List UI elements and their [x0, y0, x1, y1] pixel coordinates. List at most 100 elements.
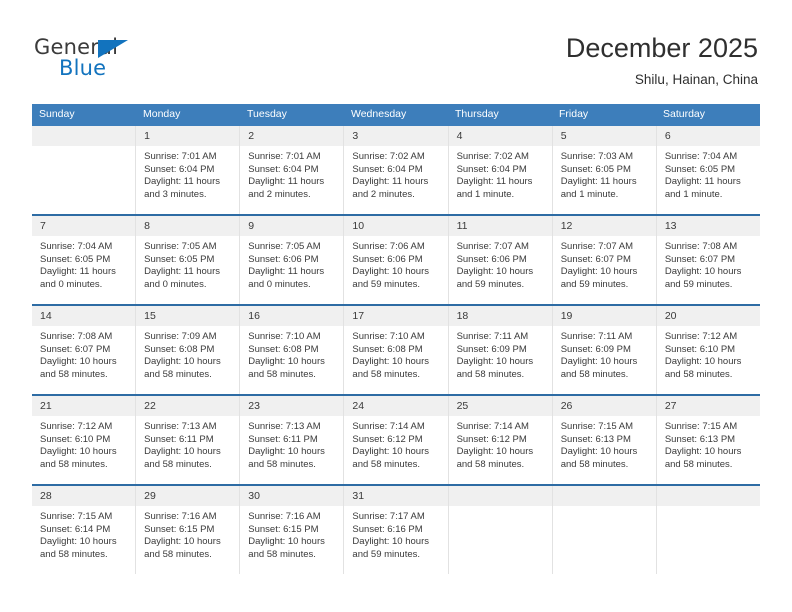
- day-cell[interactable]: Sunrise: 7:12 AM Sunset: 6:10 PM Daylight:…: [655, 326, 760, 394]
- day-cell[interactable]: Sunrise: 7:08 AM Sunset: 6:07 PM Daylight:…: [655, 236, 760, 304]
- sunset-text: Sunset: 6:16 PM: [352, 523, 423, 535]
- date-number[interactable]: 8: [135, 216, 239, 236]
- day-cell[interactable]: Sunrise: 7:13 AM Sunset: 6:11 PM Daylight:…: [239, 416, 343, 484]
- date-number[interactable]: 4: [447, 126, 552, 146]
- date-number[interactable]: 20: [655, 306, 760, 326]
- day-cell[interactable]: Sunrise: 7:11 AM Sunset: 6:09 PM Daylight:…: [551, 326, 656, 394]
- date-number[interactable]: 28: [32, 486, 135, 506]
- daylight-text-line2: and 59 minutes.: [560, 278, 629, 290]
- date-number[interactable]: 7: [32, 216, 135, 236]
- daylight-text-line1: Daylight: 10 hours: [664, 356, 742, 368]
- day-cell[interactable]: Sunrise: 7:07 AM Sunset: 6:06 PM Daylight:…: [447, 236, 552, 304]
- date-number[interactable]: 16: [239, 306, 343, 326]
- day-cell[interactable]: Sunrise: 7:11 AM Sunset: 6:09 PM Daylight:…: [447, 326, 552, 394]
- date-number[interactable]: 2: [239, 126, 343, 146]
- sunrise-text: Sunrise: 7:12 AM: [40, 421, 113, 432]
- sunset-text: Sunset: 6:14 PM: [40, 523, 111, 535]
- day-cell[interactable]: Sunrise: 7:10 AM Sunset: 6:08 PM Daylight:…: [239, 326, 343, 394]
- sunset-text: Sunset: 6:10 PM: [664, 343, 736, 355]
- date-number[interactable]: 29: [135, 486, 239, 506]
- sunset-text: Sunset: 6:09 PM: [456, 343, 527, 355]
- day-cell[interactable]: Sunrise: 7:05 AM Sunset: 6:05 PM Daylight:…: [135, 236, 239, 304]
- date-number[interactable]: 15: [135, 306, 239, 326]
- date-number[interactable]: 14: [32, 306, 135, 326]
- day-cell[interactable]: Sunrise: 7:17 AM Sunset: 6:16 PM Daylight:…: [343, 506, 447, 574]
- sunrise-text: Sunrise: 7:16 AM: [248, 511, 321, 522]
- day-cell[interactable]: Sunrise: 7:12 AM Sunset: 6:10 PM Daylight:…: [32, 416, 135, 484]
- sunset-text: Sunset: 6:15 PM: [144, 523, 215, 535]
- date-number[interactable]: 1: [135, 126, 239, 146]
- date-number[interactable]: 10: [343, 216, 447, 236]
- sunset-text: Sunset: 6:04 PM: [456, 163, 527, 175]
- day-cell[interactable]: Sunrise: 7:14 AM Sunset: 6:12 PM Daylight:…: [447, 416, 552, 484]
- sunrise-text: Sunrise: 7:10 AM: [248, 331, 321, 342]
- daylight-text-line1: Daylight: 10 hours: [248, 536, 325, 548]
- daylight-text-line2: and 2 minutes.: [352, 188, 415, 200]
- daylight-text-line1: Daylight: 10 hours: [560, 266, 638, 278]
- sunrise-text: Sunrise: 7:03 AM: [560, 151, 634, 162]
- day-cell[interactable]: Sunrise: 7:16 AM Sunset: 6:15 PM Daylight:…: [239, 506, 343, 574]
- week-date-numbers: 123456: [32, 126, 760, 146]
- calendar-week-row: 21 22 23 24 25 26 27 Sunrise: 7:12 AM Sunset: 6:…: [32, 394, 760, 484]
- empty-date-number: [32, 126, 135, 146]
- day-cell[interactable]: Sunrise: 7:16 AM Sunset: 6:15 PM Daylight:…: [135, 506, 239, 574]
- date-number[interactable]: 30: [239, 486, 343, 506]
- date-number[interactable]: 13: [655, 216, 760, 236]
- date-number[interactable]: 25: [447, 396, 552, 416]
- day-cell[interactable]: Sunrise: 7:04 AM Sunset: 6:05 PM Daylight:…: [655, 146, 760, 214]
- daylight-text-line2: and 59 minutes.: [664, 278, 733, 290]
- daylight-text-line1: Daylight: 10 hours: [248, 356, 325, 368]
- day-cell[interactable]: Sunrise: 7:08 AM Sunset: 6:07 PM Daylight:…: [32, 326, 135, 394]
- day-cell[interactable]: Sunrise: 7:10 AM Sunset: 6:08 PM Daylight:…: [343, 326, 447, 394]
- daylight-text-line2: and 58 minutes.: [40, 548, 108, 560]
- day-cell[interactable]: Sunrise: 7:04 AM Sunset: 6:05 PM Daylight:…: [32, 236, 135, 304]
- daylight-text-line2: and 58 minutes.: [144, 368, 212, 380]
- calendar-week-row: 1 2 3 4 5 6 Sunrise: 7:01 AM Sunset: 6:04 PM Day…: [32, 126, 760, 214]
- day-cell[interactable]: Sunrise: 7:06 AM Sunset: 6:06 PM Daylight:…: [343, 236, 447, 304]
- empty-date-number: [655, 486, 760, 506]
- date-number[interactable]: 12: [551, 216, 656, 236]
- date-number[interactable]: 24: [343, 396, 447, 416]
- daylight-text-line2: and 58 minutes.: [248, 368, 316, 380]
- date-number[interactable]: 5: [551, 126, 656, 146]
- date-number[interactable]: 18: [447, 306, 552, 326]
- date-number[interactable]: 27: [655, 396, 760, 416]
- date-number[interactable]: 19: [551, 306, 656, 326]
- sunset-text: Sunset: 6:10 PM: [40, 433, 111, 445]
- date-number[interactable]: 22: [135, 396, 239, 416]
- date-number[interactable]: 21: [32, 396, 135, 416]
- day-cell[interactable]: Sunrise: 7:14 AM Sunset: 6:12 PM Daylight:…: [343, 416, 447, 484]
- day-cell[interactable]: Sunrise: 7:13 AM Sunset: 6:11 PM Daylight:…: [135, 416, 239, 484]
- daylight-text-line1: Daylight: 10 hours: [144, 356, 221, 368]
- day-cell[interactable]: Sunrise: 7:15 AM Sunset: 6:13 PM Daylight:…: [551, 416, 656, 484]
- day-cell[interactable]: Sunrise: 7:03 AM Sunset: 6:05 PM Daylight:…: [551, 146, 656, 214]
- daylight-text-line1: Daylight: 10 hours: [40, 356, 117, 368]
- date-number[interactable]: 6: [655, 126, 760, 146]
- sunrise-text: Sunrise: 7:09 AM: [144, 331, 217, 342]
- date-number[interactable]: 3: [343, 126, 447, 146]
- daylight-text-line1: Daylight: 10 hours: [664, 446, 742, 458]
- sunrise-text: Sunrise: 7:16 AM: [144, 511, 217, 522]
- date-number[interactable]: 26: [551, 396, 656, 416]
- day-cell[interactable]: Sunrise: 7:02 AM Sunset: 6:04 PM Daylight:…: [343, 146, 447, 214]
- day-cell[interactable]: Sunrise: 7:01 AM Sunset: 6:04 PM Daylight:…: [135, 146, 239, 214]
- day-cell[interactable]: Sunrise: 7:02 AM Sunset: 6:04 PM Daylight:…: [447, 146, 552, 214]
- day-cell[interactable]: Sunrise: 7:15 AM Sunset: 6:14 PM Daylight:…: [32, 506, 135, 574]
- day-cell[interactable]: Sunrise: 7:09 AM Sunset: 6:08 PM Daylight:…: [135, 326, 239, 394]
- general-blue-logo[interactable]: General Blue: [34, 36, 274, 86]
- day-cell[interactable]: Sunrise: 7:07 AM Sunset: 6:07 PM Daylight:…: [551, 236, 656, 304]
- day-cell[interactable]: Sunrise: 7:15 AM Sunset: 6:13 PM Daylight:…: [655, 416, 760, 484]
- date-number[interactable]: 23: [239, 396, 343, 416]
- daylight-text-line2: and 58 minutes.: [456, 458, 525, 470]
- sunrise-text: Sunrise: 7:08 AM: [664, 241, 738, 252]
- date-number[interactable]: 9: [239, 216, 343, 236]
- daylight-text-line1: Daylight: 10 hours: [352, 446, 429, 458]
- day-cell[interactable]: Sunrise: 7:01 AM Sunset: 6:04 PM Daylight:…: [239, 146, 343, 214]
- date-number[interactable]: 31: [343, 486, 447, 506]
- sunrise-text: Sunrise: 7:07 AM: [560, 241, 634, 252]
- calendar-week-row: 14 15 16 17 18 19 20 Sunrise: 7:08 AM Sunset: 6:…: [32, 304, 760, 394]
- date-number[interactable]: 11: [447, 216, 552, 236]
- week-date-numbers: 28 29 30 31: [32, 486, 760, 506]
- day-cell[interactable]: Sunrise: 7:05 AM Sunset: 6:06 PM Daylight:…: [239, 236, 343, 304]
- date-number[interactable]: 17: [343, 306, 447, 326]
